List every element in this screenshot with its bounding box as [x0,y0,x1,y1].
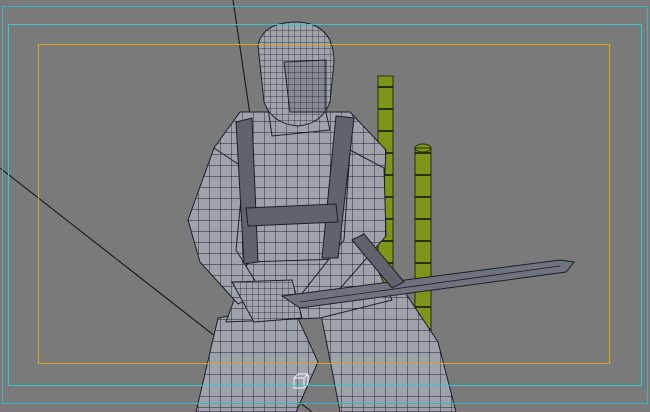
3d-wireframe-viewport[interactable] [0,0,650,412]
scene-canvas[interactable] [0,0,650,412]
